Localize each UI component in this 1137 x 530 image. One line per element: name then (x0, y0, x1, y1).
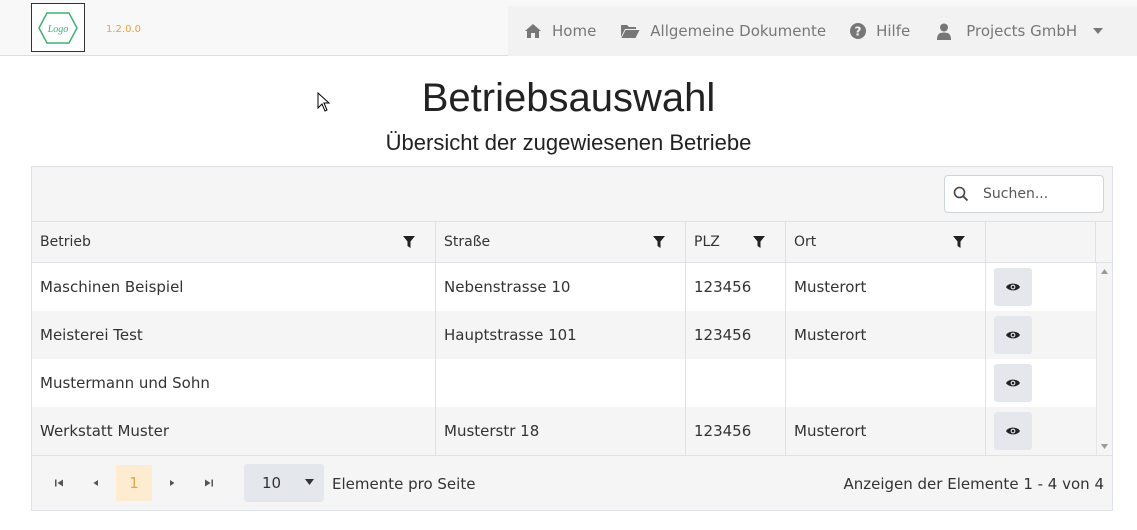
user-icon (937, 23, 952, 40)
svg-text:?: ? (855, 25, 862, 39)
page-size-value: 10 (262, 474, 282, 492)
betriebe-grid: Betrieb Straße PLZ Ort (31, 166, 1113, 511)
cell-actions (986, 359, 1096, 407)
cell-actions (986, 263, 1096, 311)
cell-plz: 123456 (686, 407, 786, 455)
pager-info: Anzeigen der Elemente 1 - 4 von 4 (843, 475, 1104, 493)
nav-item-allgemeine-dokumente[interactable]: Allgemeine Dokumente (620, 6, 826, 56)
last-page-icon (205, 479, 213, 487)
help-circle-icon: ? (850, 23, 867, 39)
cell-actions (986, 311, 1096, 359)
column-header-plz[interactable]: PLZ (686, 222, 786, 262)
table-row[interactable]: Maschinen Beispiel Nebenstrasse 10 12345… (32, 263, 1096, 311)
previous-page-button[interactable] (78, 465, 114, 501)
app-logo[interactable]: Logo (31, 3, 85, 52)
grid-header: Betrieb Straße PLZ Ort (32, 222, 1112, 263)
view-button[interactable] (994, 316, 1032, 354)
cell-strasse: Hauptstrasse 101 (436, 311, 686, 359)
nav-item-label: Home (552, 22, 597, 40)
grid-body: Maschinen Beispiel Nebenstrasse 10 12345… (32, 263, 1096, 455)
table-row[interactable]: Mustermann und Sohn (32, 359, 1096, 407)
last-page-button[interactable] (191, 465, 227, 501)
table-row[interactable]: Werkstatt Muster Musterstr 18 123456 Mus… (32, 407, 1096, 455)
cell-ort: Musterort (786, 263, 986, 311)
view-button[interactable] (994, 364, 1032, 402)
column-header-label: Straße (444, 234, 491, 250)
caret-down-icon (1093, 28, 1104, 34)
eye-icon (1006, 379, 1020, 387)
column-header-label: Ort (794, 234, 817, 250)
grid-toolbar (32, 167, 1112, 222)
app-version: 1.2.0.0 (106, 24, 141, 35)
column-header-betrieb[interactable]: Betrieb (32, 222, 436, 262)
first-page-icon (55, 479, 63, 487)
next-page-button[interactable] (154, 465, 190, 501)
vertical-scrollbar[interactable] (1096, 263, 1112, 455)
nav-item-home[interactable]: Home (524, 6, 596, 56)
cell-betrieb: Maschinen Beispiel (32, 263, 436, 311)
cell-ort: Musterort (786, 407, 986, 455)
top-navbar: Logo 1.2.0.0 Home Allgemeine Dokumente ?… (0, 0, 1137, 56)
scroll-up-arrow-icon[interactable] (1101, 269, 1108, 274)
header-scroll-spacer (1096, 222, 1112, 262)
filter-icon[interactable] (403, 236, 415, 248)
column-header-strasse[interactable]: Straße (436, 222, 686, 262)
folder-open-icon (621, 25, 640, 38)
table-row[interactable]: Meisterei Test Hauptstrasse 101 123456 M… (32, 311, 1096, 359)
cell-actions (986, 407, 1096, 455)
filter-icon[interactable] (653, 236, 665, 248)
column-header-actions (986, 222, 1096, 262)
nav-item-user-menu[interactable]: Projects GmbH (936, 6, 1104, 56)
nav-item-label: Allgemeine Dokumente (650, 22, 827, 40)
column-header-label: PLZ (694, 234, 720, 250)
nav-item-label: Hilfe (876, 22, 911, 40)
main-nav: Home Allgemeine Dokumente ? Hilfe Projec… (508, 6, 1137, 56)
next-page-icon (170, 480, 175, 486)
eye-icon (1006, 427, 1020, 435)
search-icon (953, 186, 969, 202)
page-title: Betriebsauswahl (421, 76, 716, 120)
scroll-down-arrow-icon[interactable] (1101, 444, 1108, 449)
search-input[interactable] (983, 186, 1093, 202)
cell-strasse (436, 359, 686, 407)
mouse-cursor-icon (317, 92, 331, 112)
page-subtitle: Übersicht der zugewiesenen Betriebe (385, 130, 752, 155)
cell-ort: Musterort (786, 311, 986, 359)
cell-plz: 123456 (686, 311, 786, 359)
filter-icon[interactable] (753, 236, 765, 248)
logo-icon: Logo (38, 11, 78, 44)
view-button[interactable] (994, 268, 1032, 306)
nav-item-label: Projects GmbH (966, 22, 1078, 40)
search-box[interactable] (944, 175, 1104, 213)
cell-betrieb: Meisterei Test (32, 311, 436, 359)
caret-down-icon (305, 479, 314, 485)
home-icon (525, 24, 541, 38)
cell-ort (786, 359, 986, 407)
first-page-button[interactable] (41, 465, 77, 501)
cell-strasse: Musterstr 18 (436, 407, 686, 455)
previous-page-icon (93, 480, 98, 486)
cell-betrieb: Werkstatt Muster (32, 407, 436, 455)
page-number-button[interactable]: 1 (116, 465, 152, 501)
view-button[interactable] (994, 412, 1032, 450)
grid-pager: 1 10 Elemente pro Seite Anzeigen der Ele… (32, 455, 1112, 510)
logo-text: Logo (47, 24, 69, 35)
column-header-label: Betrieb (40, 234, 91, 250)
cell-plz (686, 359, 786, 407)
eye-icon (1006, 283, 1020, 291)
cell-betrieb: Mustermann und Sohn (32, 359, 436, 407)
page-size-dropdown[interactable]: 10 (244, 464, 324, 502)
cell-strasse: Nebenstrasse 10 (436, 263, 686, 311)
eye-icon (1006, 331, 1020, 339)
filter-icon[interactable] (953, 236, 965, 248)
page-size-label: Elemente pro Seite (332, 475, 476, 493)
nav-item-hilfe[interactable]: ? Hilfe (850, 6, 910, 56)
column-header-ort[interactable]: Ort (786, 222, 986, 262)
cell-plz: 123456 (686, 263, 786, 311)
